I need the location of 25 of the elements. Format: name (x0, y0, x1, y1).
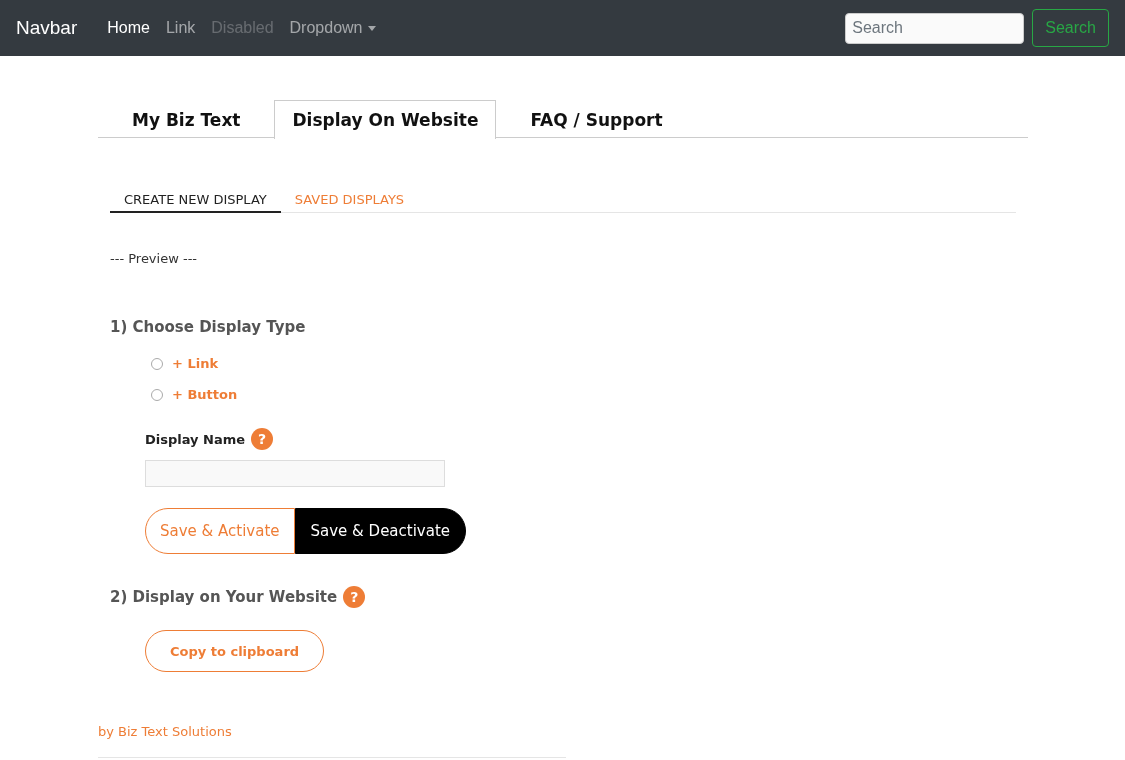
nav-link[interactable]: Home (99, 19, 158, 37)
search-button[interactable]: Search (1032, 9, 1109, 47)
nav-link[interactable]: Link (157, 19, 204, 37)
subtab[interactable]: CREATE NEW DISPLAY (110, 188, 281, 213)
field-label: Display Name (145, 431, 246, 447)
navbar-brand[interactable]: Navbar (16, 17, 78, 39)
radio-label[interactable]: + Button (172, 387, 238, 402)
preview-label: --- Preview --- (110, 251, 198, 266)
section-heading: 2) Display on Your Website (110, 588, 338, 606)
tab[interactable]: Display On Website (274, 100, 497, 139)
radio-label[interactable]: + Link (172, 356, 219, 371)
input-field[interactable] (145, 460, 445, 487)
tab[interactable]: My Biz Text (98, 100, 275, 138)
section-heading: 1) Choose Display Type (110, 318, 306, 336)
caret-icon (367, 25, 376, 31)
save-deactivate-button[interactable]: Save & Deactivate (294, 508, 467, 554)
search-field[interactable]: Search (845, 12, 1025, 44)
subtab[interactable]: SAVED DISPLAYS (280, 188, 419, 213)
save-activate-button[interactable]: Save & Activate (145, 508, 295, 554)
footer-link[interactable]: by Biz Text Solutions (98, 724, 566, 758)
copy-button[interactable]: Copy to clipboard (145, 630, 325, 672)
tab[interactable]: FAQ / Support (496, 100, 697, 138)
help-icon[interactable]: ? (343, 586, 366, 608)
help-icon[interactable]: ? (251, 428, 274, 450)
nav-link[interactable]: Dropdown (281, 19, 384, 37)
